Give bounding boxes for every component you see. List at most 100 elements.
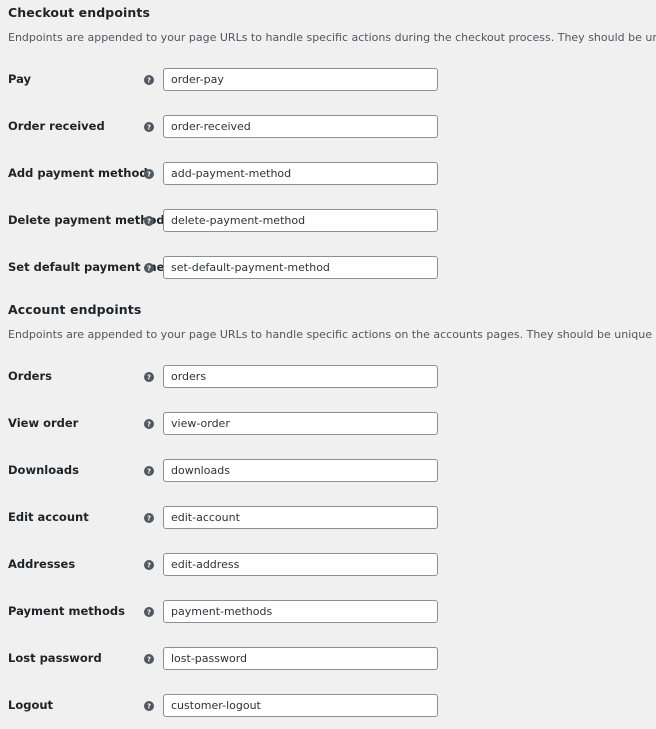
- endpoint-input[interactable]: [163, 506, 438, 530]
- setting-field-cell: ?: [144, 103, 656, 150]
- section-description: Endpoints are appended to your page URLs…: [8, 31, 656, 45]
- svg-text:?: ?: [147, 123, 151, 131]
- section-heading: Checkout endpoints: [8, 5, 151, 20]
- setting-label: View order: [8, 416, 79, 431]
- setting-field-cell: ?: [144, 197, 656, 244]
- help-circle-icon[interactable]: ?: [144, 653, 154, 664]
- setting-label: Set default payment method: [8, 259, 195, 274]
- svg-text:?: ?: [147, 217, 151, 225]
- endpoint-input[interactable]: [163, 600, 438, 624]
- settings-section-account-endpoints: Account endpoints Endpoints are appended …: [0, 302, 656, 729]
- field-wrapper: ?: [144, 647, 656, 671]
- endpoint-settings-table: Pay?Order received?Add payment method?De…: [0, 56, 656, 291]
- setting-label: Pay: [8, 71, 32, 86]
- settings-row: Order received?: [0, 103, 656, 150]
- endpoint-input[interactable]: [163, 365, 438, 389]
- endpoint-input[interactable]: [163, 115, 438, 139]
- field-wrapper: ?: [144, 162, 656, 186]
- help-circle-icon[interactable]: ?: [144, 512, 154, 523]
- help-circle-icon[interactable]: ?: [144, 74, 154, 85]
- settings-row: Delete payment method?: [0, 197, 656, 244]
- field-wrapper: ?: [144, 68, 656, 92]
- settings-row: Downloads?: [0, 447, 656, 494]
- settings-row: Orders?: [0, 353, 656, 400]
- help-circle-icon[interactable]: ?: [144, 262, 154, 273]
- endpoint-input[interactable]: [163, 412, 438, 436]
- settings-row: Set default payment method?: [0, 244, 656, 291]
- setting-field-cell: ?: [144, 150, 656, 197]
- endpoint-input[interactable]: [163, 459, 438, 483]
- settings-row: Add payment method?: [0, 150, 656, 197]
- settings-row: Payment methods?: [0, 588, 656, 635]
- setting-label: Logout: [8, 698, 54, 713]
- svg-text:?: ?: [147, 467, 151, 475]
- setting-field-cell: ?: [144, 400, 656, 447]
- help-circle-icon[interactable]: ?: [144, 371, 154, 382]
- endpoint-input[interactable]: [163, 256, 438, 280]
- settings-row: Pay?: [0, 56, 656, 103]
- help-circle-icon[interactable]: ?: [144, 215, 154, 226]
- setting-field-cell: ?: [144, 244, 656, 291]
- setting-field-cell: ?: [144, 588, 656, 635]
- setting-field-cell: ?: [144, 635, 656, 682]
- field-wrapper: ?: [144, 553, 656, 577]
- help-circle-icon[interactable]: ?: [144, 418, 154, 429]
- setting-label: Orders: [8, 369, 52, 384]
- help-circle-icon[interactable]: ?: [144, 168, 154, 179]
- help-circle-icon[interactable]: ?: [144, 465, 154, 476]
- svg-text:?: ?: [147, 170, 151, 178]
- setting-label: Addresses: [8, 557, 76, 572]
- field-wrapper: ?: [144, 115, 656, 139]
- settings-sections: Checkout endpoints Endpoints are appended…: [0, 5, 656, 729]
- endpoint-input[interactable]: [163, 647, 438, 671]
- svg-text:?: ?: [147, 373, 151, 381]
- svg-text:?: ?: [147, 608, 151, 616]
- setting-label: Payment methods: [8, 604, 125, 619]
- field-wrapper: ?: [144, 412, 656, 436]
- setting-field-cell: ?: [144, 353, 656, 400]
- help-circle-icon[interactable]: ?: [144, 606, 154, 617]
- endpoint-settings-table: Orders?View order?Downloads?Edit account…: [0, 353, 656, 729]
- svg-text:?: ?: [147, 76, 151, 84]
- setting-label: Edit account: [8, 510, 89, 525]
- setting-label: Lost password: [8, 651, 102, 666]
- endpoint-input[interactable]: [163, 162, 438, 186]
- heading-spacer: [0, 318, 656, 327]
- setting-field-cell: ?: [144, 447, 656, 494]
- setting-label: Downloads: [8, 463, 79, 478]
- settings-row: Lost password?: [0, 635, 656, 682]
- field-wrapper: ?: [144, 694, 656, 718]
- endpoint-input[interactable]: [163, 68, 438, 92]
- endpoint-input[interactable]: [163, 209, 438, 233]
- settings-row: View order?: [0, 400, 656, 447]
- field-wrapper: ?: [144, 365, 656, 389]
- settings-row: Logout?: [0, 682, 656, 729]
- endpoint-input[interactable]: [163, 694, 438, 718]
- help-circle-icon[interactable]: ?: [144, 700, 154, 711]
- svg-text:?: ?: [147, 561, 151, 569]
- settings-page: Checkout endpoints Endpoints are appended…: [0, 0, 656, 718]
- setting-field-cell: ?: [144, 56, 656, 103]
- settings-row: Edit account?: [0, 494, 656, 541]
- setting-label: Add payment method: [8, 165, 148, 180]
- setting-field-cell: ?: [144, 494, 656, 541]
- svg-text:?: ?: [147, 264, 151, 272]
- section-description: Endpoints are appended to your page URLs…: [8, 328, 656, 342]
- endpoint-input[interactable]: [163, 553, 438, 577]
- svg-text:?: ?: [147, 702, 151, 710]
- svg-text:?: ?: [147, 420, 151, 428]
- field-wrapper: ?: [144, 256, 656, 280]
- svg-text:?: ?: [147, 655, 151, 663]
- section-heading: Account endpoints: [8, 302, 142, 318]
- setting-label: Delete payment method: [8, 212, 165, 227]
- settings-section-checkout-endpoints: Checkout endpoints Endpoints are appended…: [0, 5, 656, 291]
- heading-spacer: [0, 21, 656, 30]
- help-circle-icon[interactable]: ?: [144, 559, 154, 570]
- settings-row: Addresses?: [0, 541, 656, 588]
- setting-field-cell: ?: [144, 541, 656, 588]
- help-circle-icon[interactable]: ?: [144, 121, 154, 132]
- setting-field-cell: ?: [144, 682, 656, 729]
